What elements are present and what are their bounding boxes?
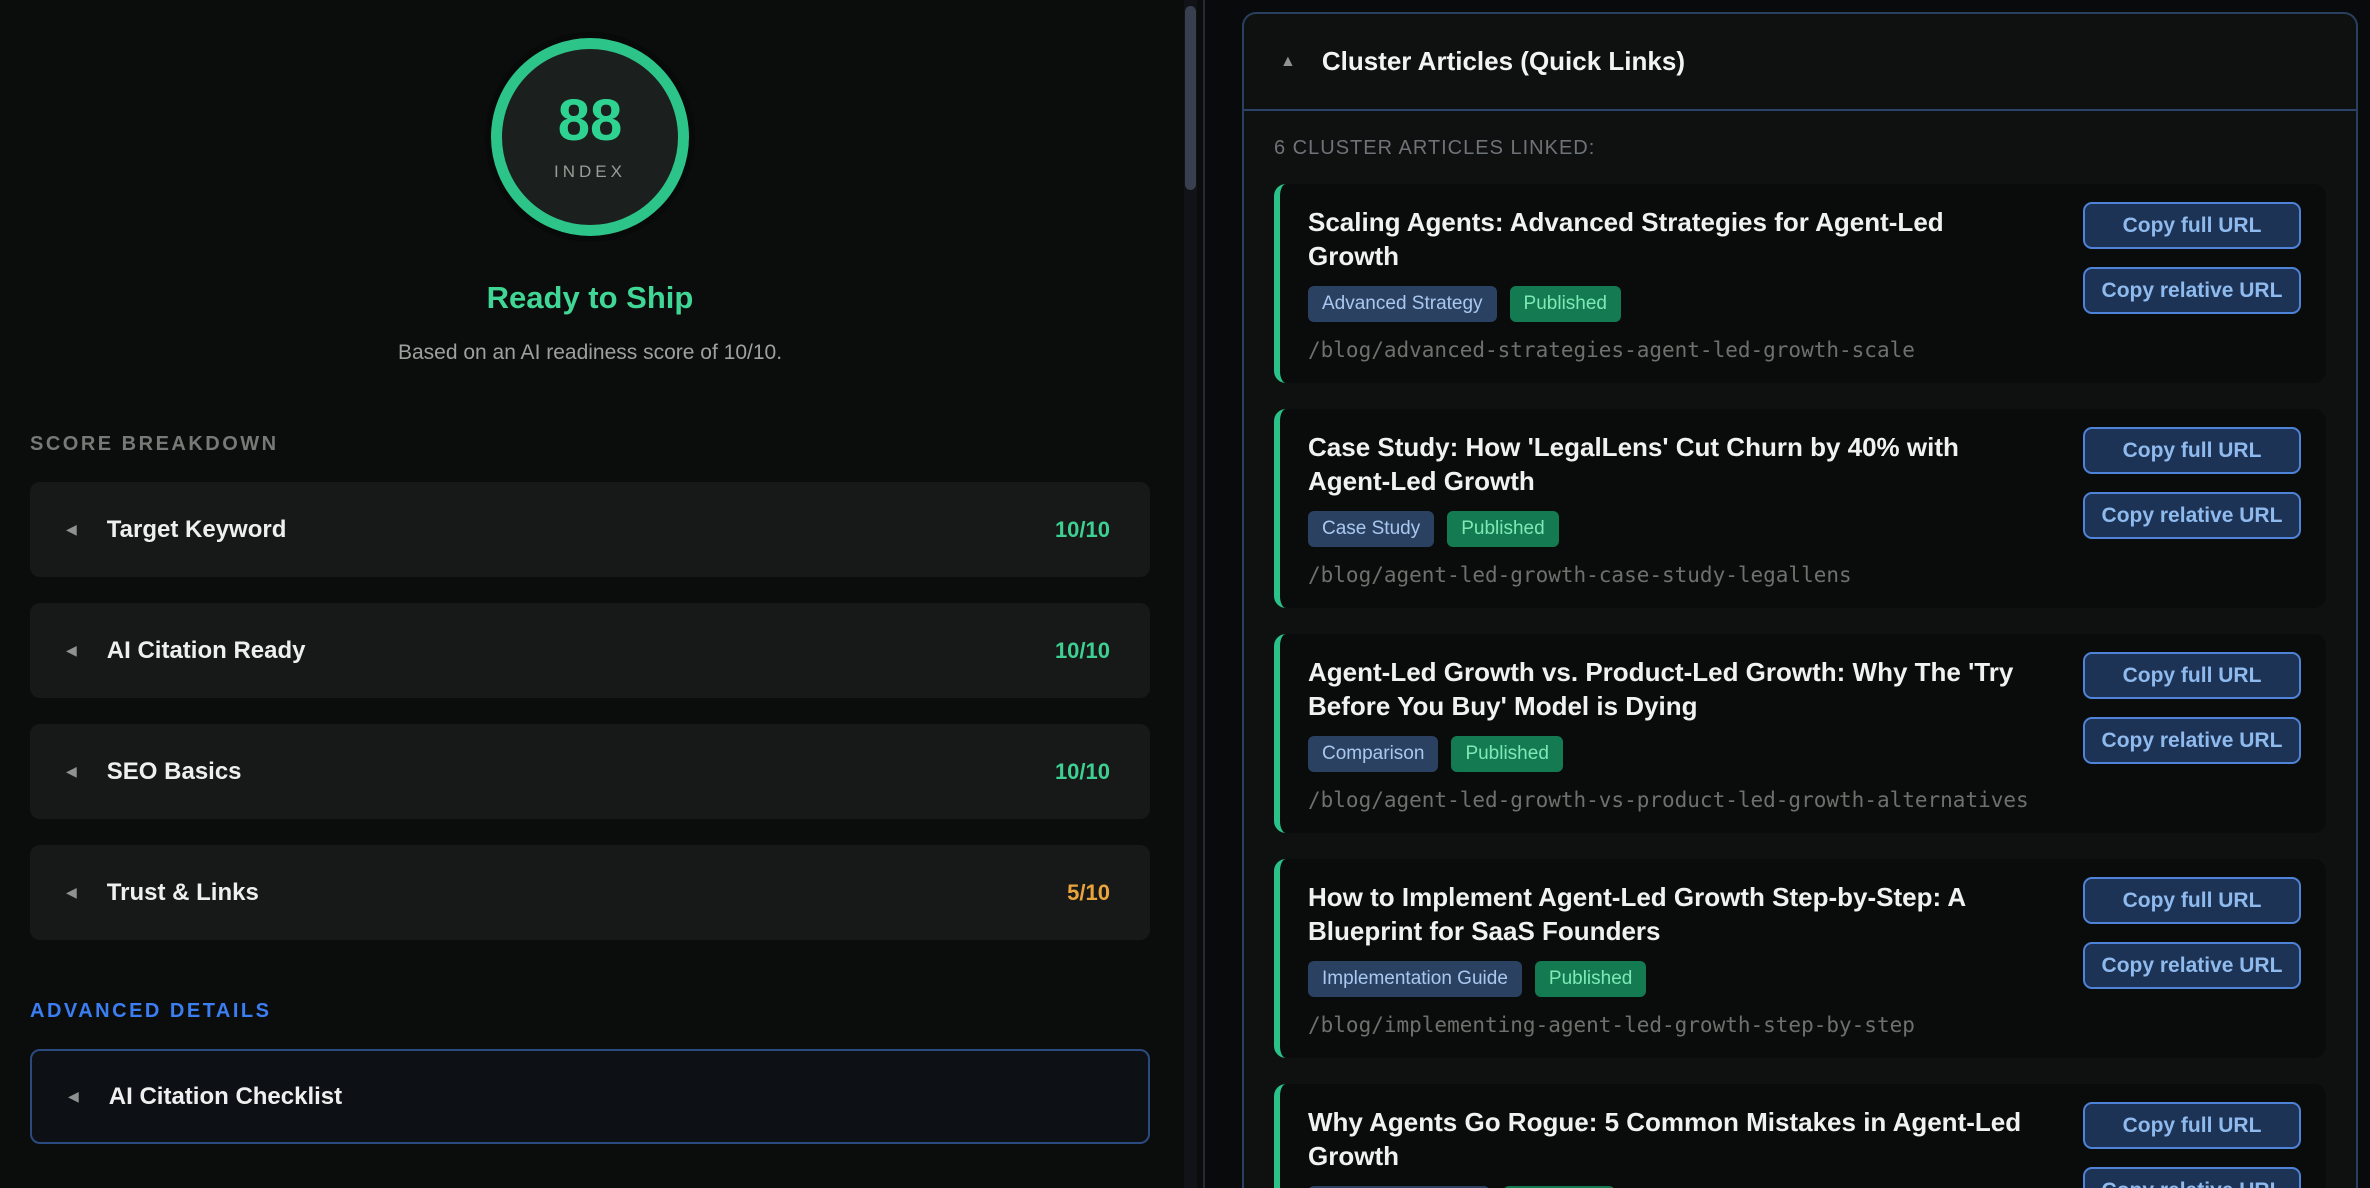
score-gauge-label: INDEX xyxy=(554,162,626,182)
copy-relative-url-button[interactable]: Copy relative URL xyxy=(2083,942,2301,989)
accordion-label: AI Citation Checklist xyxy=(109,1083,342,1111)
status-subtext: Based on an AI readiness score of 10/10. xyxy=(30,341,1150,365)
category-badge: Comparison xyxy=(1308,736,1438,772)
article-title: Scaling Agents: Advanced Strategies for … xyxy=(1308,205,2038,273)
status-badge: Published xyxy=(1447,511,1558,547)
article-path: /blog/agent-led-growth-case-study-legall… xyxy=(1308,563,2066,587)
copy-full-url-button[interactable]: Copy full URL xyxy=(2083,1102,2301,1149)
articles-count-label: 6 CLUSTER ARTICLES LINKED: xyxy=(1274,137,2326,160)
panel-divider xyxy=(1203,0,1205,1188)
category-badge: Case Study xyxy=(1308,511,1434,547)
score-badge: 10/10 xyxy=(1055,638,1110,664)
category-badge: Implementation Guide xyxy=(1308,961,1522,997)
collapse-left-icon: ◀ xyxy=(66,884,77,901)
accordion-trust-links[interactable]: ◀ Trust & Links 5/10 xyxy=(30,845,1150,940)
article-title: Agent-Led Growth vs. Product-Led Growth:… xyxy=(1308,655,2038,723)
accordion-label: AI Citation Ready xyxy=(107,637,306,665)
article-card: Why Agents Go Rogue: 5 Common Mistakes i… xyxy=(1274,1084,2326,1188)
accordion-label: Target Keyword xyxy=(107,516,287,544)
copy-full-url-button[interactable]: Copy full URL xyxy=(2083,877,2301,924)
copy-full-url-button[interactable]: Copy full URL xyxy=(2083,652,2301,699)
copy-full-url-button[interactable]: Copy full URL xyxy=(2083,202,2301,249)
collapse-left-icon: ◀ xyxy=(66,642,77,659)
copy-full-url-button[interactable]: Copy full URL xyxy=(2083,427,2301,474)
collapse-up-icon: ▲ xyxy=(1280,53,1296,71)
score-badge: 5/10 xyxy=(1067,880,1110,906)
article-title: Case Study: How 'LegalLens' Cut Churn by… xyxy=(1308,430,2038,498)
status-heading: Ready to Ship xyxy=(30,280,1150,316)
article-card: Agent-Led Growth vs. Product-Led Growth:… xyxy=(1274,634,2326,833)
panel-title: Cluster Articles (Quick Links) xyxy=(1322,46,1685,77)
article-path: /blog/agent-led-growth-vs-product-led-gr… xyxy=(1308,788,2066,812)
status-badge: Published xyxy=(1535,961,1646,997)
scrollbar-thumb[interactable] xyxy=(1185,6,1196,190)
copy-relative-url-button[interactable]: Copy relative URL xyxy=(2083,492,2301,539)
advanced-details-heading: ADVANCED DETAILS xyxy=(30,1000,1150,1023)
collapse-left-icon: ◀ xyxy=(66,521,77,538)
article-card: Scaling Agents: Advanced Strategies for … xyxy=(1274,184,2326,383)
score-badge: 10/10 xyxy=(1055,759,1110,785)
status-badge: Published xyxy=(1510,286,1621,322)
collapse-left-icon: ◀ xyxy=(66,763,77,780)
accordion-ai-citation-ready[interactable]: ◀ AI Citation Ready 10/10 xyxy=(30,603,1150,698)
copy-relative-url-button[interactable]: Copy relative URL xyxy=(2083,1167,2301,1188)
score-badge: 10/10 xyxy=(1055,517,1110,543)
score-gauge: 88 INDEX xyxy=(491,38,689,236)
collapse-left-icon: ◀ xyxy=(68,1088,79,1105)
article-path: /blog/advanced-strategies-agent-led-grow… xyxy=(1308,338,2066,362)
cluster-articles-header[interactable]: ▲ Cluster Articles (Quick Links) xyxy=(1244,14,2356,111)
article-title: Why Agents Go Rogue: 5 Common Mistakes i… xyxy=(1308,1105,2038,1173)
article-title: How to Implement Agent-Led Growth Step-b… xyxy=(1308,880,2038,948)
category-badge: Advanced Strategy xyxy=(1308,286,1497,322)
accordion-seo-basics[interactable]: ◀ SEO Basics 10/10 xyxy=(30,724,1150,819)
score-breakdown-heading: SCORE BREAKDOWN xyxy=(30,433,1150,456)
accordion-label: Trust & Links xyxy=(107,879,259,907)
copy-relative-url-button[interactable]: Copy relative URL xyxy=(2083,267,2301,314)
copy-relative-url-button[interactable]: Copy relative URL xyxy=(2083,717,2301,764)
score-gauge-value: 88 xyxy=(558,92,623,150)
accordion-ai-citation-checklist[interactable]: ◀ AI Citation Checklist xyxy=(30,1049,1150,1144)
article-card: How to Implement Agent-Led Growth Step-b… xyxy=(1274,859,2326,1058)
article-card: Case Study: How 'LegalLens' Cut Churn by… xyxy=(1274,409,2326,608)
cluster-articles-panel: ▲ Cluster Articles (Quick Links) 6 CLUST… xyxy=(1242,12,2358,1188)
article-path: /blog/implementing-agent-led-growth-step… xyxy=(1308,1013,2066,1037)
accordion-target-keyword[interactable]: ◀ Target Keyword 10/10 xyxy=(30,482,1150,577)
readiness-panel: 88 INDEX Ready to Ship Based on an AI re… xyxy=(0,0,1204,1188)
accordion-label: SEO Basics xyxy=(107,758,242,786)
status-badge: Published xyxy=(1451,736,1562,772)
